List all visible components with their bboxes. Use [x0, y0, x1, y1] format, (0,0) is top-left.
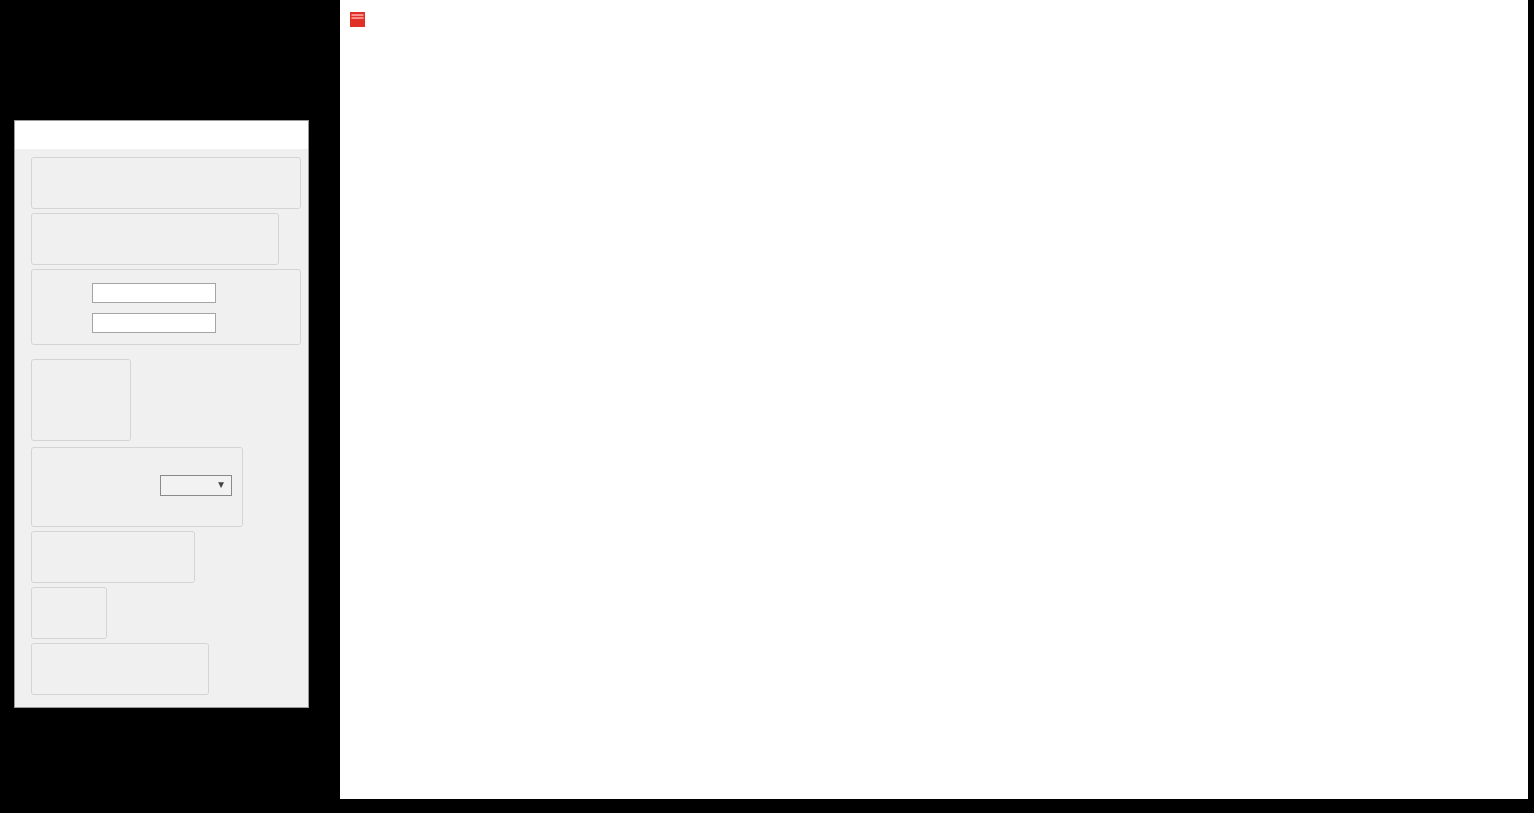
- move-group: ▼: [31, 447, 243, 527]
- y-input[interactable]: [92, 313, 216, 333]
- undo-redo-group: [31, 587, 107, 639]
- coordinates-group: [31, 269, 301, 345]
- navigation-group: [31, 359, 131, 441]
- window-controls: [1390, 0, 1528, 39]
- x-input[interactable]: [92, 283, 216, 303]
- warp-mesh[interactable]: [340, 39, 1528, 799]
- barco-app-icon: [350, 12, 365, 27]
- floater-titlebar: [15, 121, 308, 149]
- main-window-titlebar: [340, 0, 1528, 39]
- main-window: [340, 0, 1528, 799]
- step-dropdown[interactable]: ▼: [160, 475, 232, 496]
- warp-area-group: [31, 157, 301, 209]
- minimize-button[interactable]: [1390, 0, 1436, 39]
- maximize-button[interactable]: [1436, 0, 1482, 39]
- file-group: [31, 643, 209, 695]
- chevron-down-icon: ▼: [216, 480, 226, 491]
- warp-mode-group: [31, 213, 279, 265]
- grid-group: [31, 531, 195, 583]
- close-button[interactable]: [1482, 0, 1528, 39]
- floater-window: ▼: [14, 120, 309, 708]
- desktop: ▼: [0, 0, 1534, 813]
- warp-canvas[interactable]: [340, 39, 1528, 799]
